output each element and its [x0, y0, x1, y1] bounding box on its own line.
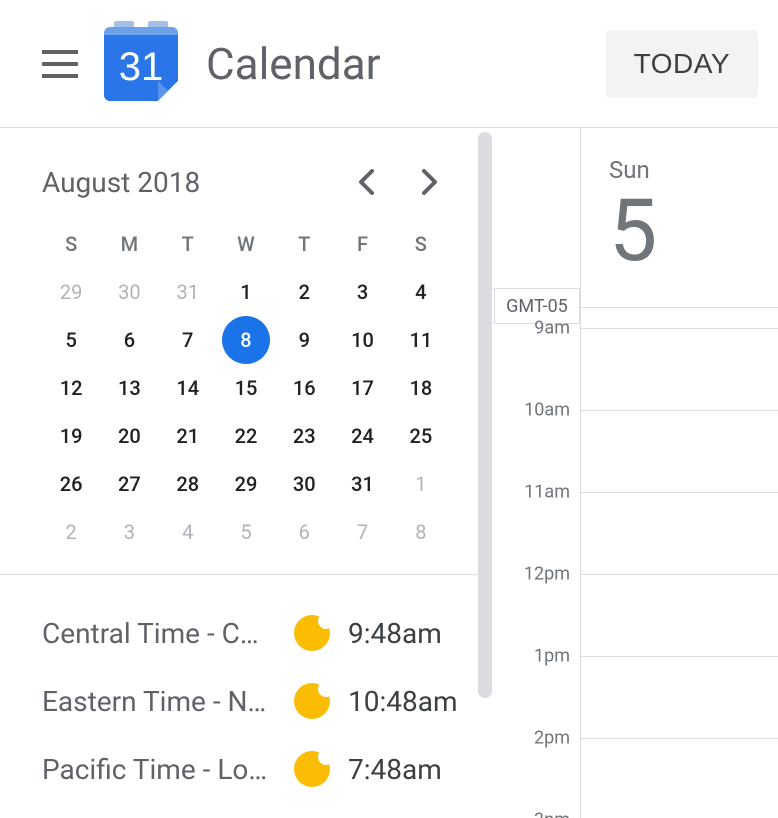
- hour-label: 2pm: [534, 728, 570, 749]
- logo-day-number: 31: [119, 45, 164, 90]
- hour-gridline: [581, 492, 778, 493]
- day-number: 5: [609, 188, 770, 274]
- chevron-right-icon: [422, 169, 438, 195]
- mini-day-4[interactable]: 4: [392, 268, 450, 316]
- world-clock-time: 9:48am: [348, 617, 458, 650]
- mini-day-8[interactable]: 8: [392, 508, 450, 556]
- mini-day-22[interactable]: 22: [217, 412, 275, 460]
- world-clock-list: Central Time - C… 9:48am Eastern Time - N……: [0, 575, 478, 818]
- chevron-left-icon: [358, 169, 374, 195]
- next-month-button[interactable]: [410, 162, 450, 202]
- prev-month-button[interactable]: [346, 162, 386, 202]
- hamburger-icon: [42, 50, 78, 78]
- mini-day-28[interactable]: 28: [159, 460, 217, 508]
- mini-day-6[interactable]: 6: [275, 508, 333, 556]
- hour-label: 1pm: [534, 646, 570, 667]
- mini-day-10[interactable]: 10: [333, 316, 391, 364]
- world-clock-time: 10:48am: [348, 685, 458, 718]
- world-clock-label: Eastern Time - N…: [42, 685, 290, 718]
- mini-day-12[interactable]: 12: [42, 364, 100, 412]
- sidebar: August 2018 SMTWTFS293031123456789101112…: [0, 128, 478, 818]
- mini-dow: T: [159, 220, 217, 268]
- time-gutter: GMT-05 9am10am11am12pm1pm2pm3pm: [492, 128, 580, 818]
- mini-day-1[interactable]: 1: [392, 460, 450, 508]
- mini-day-14[interactable]: 14: [159, 364, 217, 412]
- hour-gridline: [581, 656, 778, 657]
- mini-day-26[interactable]: 26: [42, 460, 100, 508]
- sidebar-scrollbar[interactable]: [478, 132, 492, 698]
- mini-dow: T: [275, 220, 333, 268]
- mini-day-25[interactable]: 25: [392, 412, 450, 460]
- app-header: 31 Calendar TODAY: [0, 0, 778, 128]
- mini-calendar: August 2018 SMTWTFS293031123456789101112…: [0, 128, 478, 575]
- mini-day-27[interactable]: 27: [100, 460, 158, 508]
- mini-day-7[interactable]: 7: [159, 316, 217, 364]
- mini-dow: M: [100, 220, 158, 268]
- mini-day-30[interactable]: 30: [275, 460, 333, 508]
- hour-label: 3pm: [534, 810, 570, 818]
- hour-gridline: [581, 738, 778, 739]
- moon-icon: [294, 615, 330, 651]
- mini-day-4[interactable]: 4: [159, 508, 217, 556]
- moon-icon: [294, 751, 330, 787]
- world-clock-time: 7:48am: [348, 753, 458, 786]
- app-title: Calendar: [206, 38, 381, 90]
- mini-day-7[interactable]: 7: [333, 508, 391, 556]
- today-button[interactable]: TODAY: [606, 30, 758, 98]
- mini-day-24[interactable]: 24: [333, 412, 391, 460]
- mini-day-2[interactable]: 2: [275, 268, 333, 316]
- world-clock-label: Central Time - C…: [42, 617, 290, 650]
- day-column[interactable]: Sun 5: [580, 128, 778, 818]
- mini-day-15[interactable]: 15: [217, 364, 275, 412]
- mini-day-29[interactable]: 29: [42, 268, 100, 316]
- mini-day-3[interactable]: 3: [100, 508, 158, 556]
- world-clock-row[interactable]: Eastern Time - N… 10:48am: [42, 667, 458, 735]
- mini-day-31[interactable]: 31: [333, 460, 391, 508]
- calendar-logo[interactable]: 31: [104, 27, 178, 101]
- mini-day-13[interactable]: 13: [100, 364, 158, 412]
- mini-day-19[interactable]: 19: [42, 412, 100, 460]
- mini-dow: S: [42, 220, 100, 268]
- mini-dow: F: [333, 220, 391, 268]
- hour-label: 11am: [524, 482, 570, 503]
- moon-icon: [294, 683, 330, 719]
- hour-label: 12pm: [524, 564, 570, 585]
- mini-day-23[interactable]: 23: [275, 412, 333, 460]
- hour-gridline: [581, 410, 778, 411]
- mini-day-2[interactable]: 2: [42, 508, 100, 556]
- mini-day-9[interactable]: 9: [275, 316, 333, 364]
- mini-dow: S: [392, 220, 450, 268]
- mini-calendar-grid: SMTWTFS293031123456789101112131415161718…: [42, 220, 450, 556]
- mini-day-3[interactable]: 3: [333, 268, 391, 316]
- main-menu-button[interactable]: [36, 40, 84, 88]
- mini-day-20[interactable]: 20: [100, 412, 158, 460]
- mini-day-6[interactable]: 6: [100, 316, 158, 364]
- mini-day-8[interactable]: 8: [217, 316, 275, 364]
- world-clock-row[interactable]: Central Time - C… 9:48am: [42, 599, 458, 667]
- mini-day-16[interactable]: 16: [275, 364, 333, 412]
- day-view: GMT-05 9am10am11am12pm1pm2pm3pm Sun 5: [492, 128, 778, 818]
- mini-day-5[interactable]: 5: [217, 508, 275, 556]
- world-clock-label: Pacific Time - Lo…: [42, 753, 290, 786]
- hour-label: 9am: [534, 318, 570, 339]
- hour-label: 10am: [524, 400, 570, 421]
- mini-day-1[interactable]: 1: [217, 268, 275, 316]
- day-column-header[interactable]: Sun 5: [581, 128, 778, 308]
- mini-day-5[interactable]: 5: [42, 316, 100, 364]
- world-clock-row[interactable]: Pacific Time - Lo… 7:48am: [42, 735, 458, 803]
- mini-calendar-title: August 2018: [42, 166, 346, 199]
- mini-day-30[interactable]: 30: [100, 268, 158, 316]
- mini-day-11[interactable]: 11: [392, 316, 450, 364]
- mini-day-18[interactable]: 18: [392, 364, 450, 412]
- mini-day-17[interactable]: 17: [333, 364, 391, 412]
- hour-gridline: [581, 328, 778, 329]
- hour-gridline: [581, 574, 778, 575]
- mini-dow: W: [217, 220, 275, 268]
- mini-day-29[interactable]: 29: [217, 460, 275, 508]
- mini-day-31[interactable]: 31: [159, 268, 217, 316]
- mini-day-21[interactable]: 21: [159, 412, 217, 460]
